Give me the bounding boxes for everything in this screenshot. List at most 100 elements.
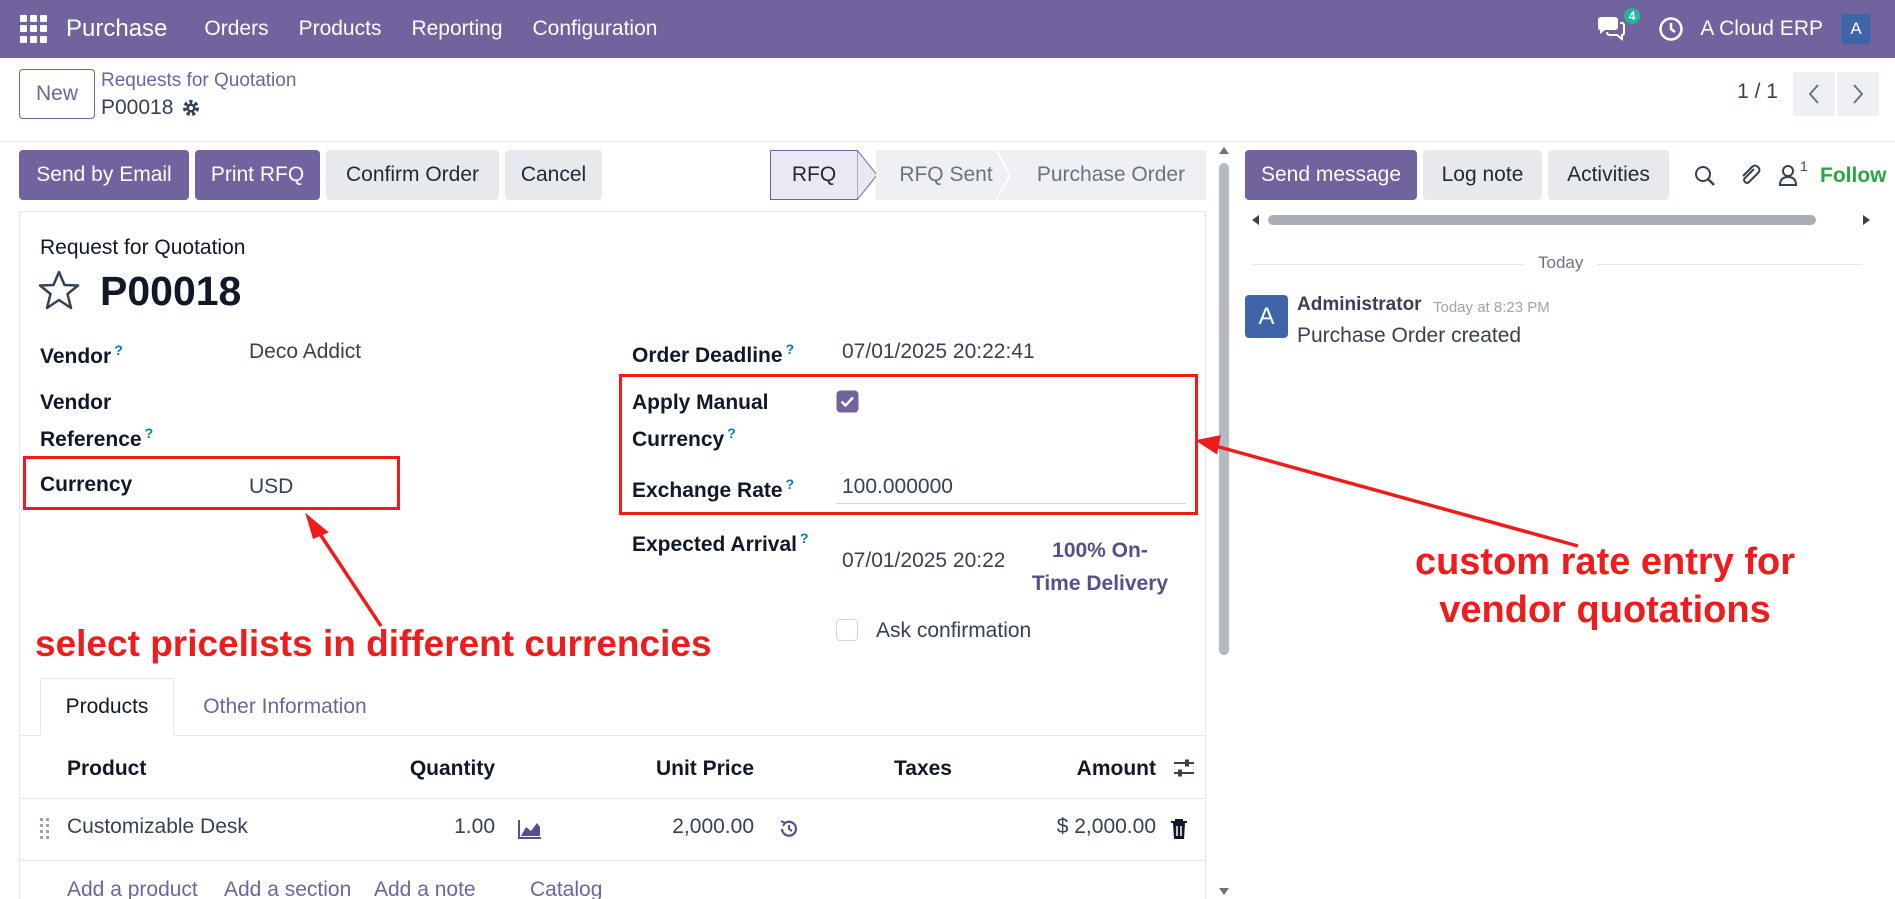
message-body: Purchase Order created	[1297, 324, 1522, 347]
chatter-h-scrollbar-thumb[interactable]	[1268, 215, 1816, 225]
followers-count: 1	[1800, 158, 1808, 174]
cancel-button[interactable]: Cancel	[505, 150, 602, 200]
annotation-custom-rate-line-1: custom rate entry for	[1414, 541, 1796, 583]
company-switcher[interactable]: A Cloud ERP	[1700, 17, 1823, 41]
vendor-help-icon[interactable]: ?	[114, 342, 123, 358]
form-scrollbar[interactable]	[1217, 145, 1231, 899]
message-author-avatar[interactable]: A	[1245, 295, 1288, 338]
apps-menu-icon[interactable]	[20, 15, 48, 43]
activity-clock-icon[interactable]	[1658, 16, 1684, 42]
catalog-link[interactable]: Catalog	[530, 878, 602, 899]
send-message-button[interactable]: Send message	[1245, 150, 1417, 200]
row-unit-price[interactable]: 2,000.00	[620, 815, 754, 839]
col-header-product[interactable]: Product	[67, 757, 146, 781]
vendor-reference-label: Reference?	[40, 418, 153, 455]
chatter-h-scrollbar[interactable]	[1250, 212, 1875, 228]
col-header-amount[interactable]: Amount	[1030, 757, 1156, 781]
price-history-icon[interactable]	[778, 818, 800, 840]
pager-value[interactable]: 1 / 1	[1737, 80, 1778, 104]
stage-rfq[interactable]: RFQ	[770, 150, 858, 200]
gear-icon[interactable]	[181, 98, 201, 118]
stage-purchase-order[interactable]: Purchase Order	[1016, 150, 1206, 200]
stage-rfq-sent[interactable]: RFQ Sent	[876, 150, 1016, 200]
drag-handle-icon[interactable]	[39, 817, 51, 839]
tab-other-information[interactable]: Other Information	[180, 678, 390, 736]
vendor-label-text: Vendor	[40, 345, 112, 368]
follow-button[interactable]: Follow	[1820, 164, 1895, 188]
vendor-label: Vendor?	[40, 335, 123, 372]
breadcrumb-current-label: P00018	[101, 96, 174, 119]
table-header-divider	[19, 798, 1206, 799]
add-section-link[interactable]: Add a section	[224, 878, 351, 899]
send-by-email-button[interactable]: Send by Email	[19, 150, 189, 200]
top-navbar: Purchase Orders Products Reporting Confi…	[0, 0, 1895, 58]
on-time-delivery-button[interactable]: 100% On- Time Delivery	[1010, 534, 1190, 600]
row-product[interactable]: Customizable Desk	[67, 815, 248, 839]
scroll-down-icon[interactable]	[1218, 887, 1230, 897]
table-row-divider	[19, 860, 1206, 861]
user-avatar[interactable]: A	[1841, 14, 1871, 44]
messaging-badge: 4	[1623, 8, 1641, 24]
menu-configuration[interactable]: Configuration	[533, 17, 658, 41]
row-amount: $ 2,000.00	[1056, 815, 1156, 838]
pager-next-button[interactable]	[1837, 72, 1879, 116]
stage-arrow-rfq-sent	[996, 150, 1010, 200]
expected-arrival-label-text: Expected Arrival	[632, 533, 797, 556]
search-icon[interactable]	[1694, 165, 1716, 187]
optional-columns-icon[interactable]	[1172, 757, 1196, 779]
print-rfq-button[interactable]: Print RFQ	[195, 150, 320, 200]
order-deadline-label: Order Deadline?	[632, 334, 794, 371]
confirm-order-button[interactable]: Confirm Order	[326, 150, 499, 200]
chevron-right-icon	[1853, 84, 1864, 104]
add-product-link[interactable]: Add a product	[67, 878, 198, 899]
form-scrollbar-thumb[interactable]	[1219, 163, 1229, 655]
record-name: P00018	[100, 268, 242, 314]
add-note-link[interactable]: Add a note	[374, 878, 476, 899]
vendor-reference-label-1: Vendor	[40, 391, 112, 414]
order-deadline-field[interactable]: 07/01/2025 20:22:41	[842, 340, 1035, 364]
ask-confirmation-label: Ask confirmation	[876, 619, 1032, 642]
breadcrumb-parent[interactable]: Requests for Quotation	[101, 70, 296, 92]
menu-reporting[interactable]: Reporting	[411, 17, 502, 41]
star-icon[interactable]	[38, 270, 80, 310]
trash-icon[interactable]	[1170, 818, 1188, 840]
messaging-icon[interactable]: 4	[1596, 8, 1641, 42]
message-author[interactable]: Administrator	[1297, 294, 1422, 316]
vendor-reference-help-icon[interactable]: ?	[145, 425, 154, 441]
expected-arrival-help-icon[interactable]: ?	[800, 530, 809, 546]
paperclip-icon[interactable]	[1738, 163, 1762, 187]
log-note-button[interactable]: Log note	[1423, 150, 1542, 200]
row-quantity[interactable]: 1.00	[395, 815, 495, 839]
date-separator: Today	[1524, 253, 1598, 273]
expected-arrival-field[interactable]: 07/01/2025 20:22	[842, 549, 1004, 573]
menu-products[interactable]: Products	[299, 17, 382, 41]
order-deadline-help-icon[interactable]: ?	[786, 341, 795, 357]
col-header-taxes[interactable]: Taxes	[880, 757, 952, 781]
manual-currency-highlight-box	[619, 374, 1198, 515]
ask-confirmation-checkbox[interactable]	[836, 619, 858, 641]
annotation-custom-rate: custom rate entry for vendor quotations	[1380, 538, 1830, 634]
order-deadline-label-text: Order Deadline	[632, 344, 783, 367]
on-time-line-1: 100% On-	[1052, 539, 1148, 562]
currency-highlight-box	[23, 456, 400, 510]
followers-icon[interactable]	[1778, 164, 1798, 186]
scroll-right-icon[interactable]	[1862, 214, 1872, 226]
scroll-left-icon[interactable]	[1250, 214, 1260, 226]
pager-previous-button[interactable]	[1793, 72, 1835, 116]
control-panel: New Requests for Quotation P00018 1 / 1	[0, 58, 1895, 142]
app-name[interactable]: Purchase	[66, 15, 167, 43]
vendor-field[interactable]: Deco Addict	[249, 340, 361, 364]
new-button[interactable]: New	[19, 69, 95, 119]
scroll-up-icon[interactable]	[1218, 145, 1230, 155]
on-time-line-2: Time Delivery	[1031, 572, 1169, 595]
breadcrumb-current: P00018	[101, 96, 201, 120]
col-header-unit-price[interactable]: Unit Price	[620, 757, 754, 781]
annotation-pricelists: select pricelists in different currencie…	[35, 623, 712, 664]
tab-products[interactable]: Products	[40, 678, 174, 736]
forecast-chart-icon[interactable]	[517, 818, 543, 840]
form-subtitle: Request for Quotation	[40, 236, 246, 259]
activities-button[interactable]: Activities	[1548, 150, 1669, 200]
menu-orders[interactable]: Orders	[204, 17, 268, 41]
col-header-quantity[interactable]: Quantity	[395, 757, 495, 781]
vendor-reference-label-2: Reference	[40, 428, 142, 451]
